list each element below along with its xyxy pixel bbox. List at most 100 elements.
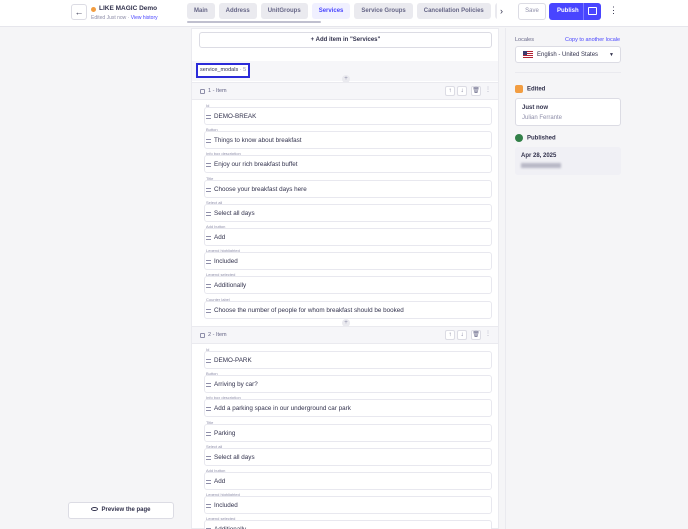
- publish-button[interactable]: Publish: [549, 3, 601, 20]
- edited-card: Just now Julian Ferrante: [515, 98, 621, 126]
- tab-main[interactable]: Main: [187, 3, 215, 19]
- edited-status: Edited: [515, 85, 545, 93]
- component-icon: [200, 333, 205, 338]
- back-arrow-icon[interactable]: ←: [71, 4, 87, 20]
- item-header[interactable]: 1 - Item ↑ ↓ 🗑 ⋮: [192, 82, 498, 100]
- arrow-up-icon[interactable]: ↑: [445, 86, 455, 96]
- arrow-up-icon[interactable]: ↑: [445, 330, 455, 340]
- text-field: Legend selectedAdditionally: [204, 272, 492, 295]
- chevron-right-icon[interactable]: ›: [500, 6, 503, 16]
- locale-value: English - United States: [537, 52, 599, 58]
- plus-icon: +: [310, 37, 315, 43]
- tab-truncated[interactable]: R: [494, 3, 497, 19]
- text-lines-icon: [206, 480, 211, 484]
- field-input[interactable]: Additionally: [204, 276, 492, 295]
- text-field: Counter label Choose the number of people…: [204, 297, 492, 319]
- text-lines-icon: [206, 284, 211, 289]
- field-value: Included: [214, 502, 238, 510]
- chevron-down-icon: ▼: [609, 52, 614, 58]
- field-input[interactable]: Things to know about breakfast: [204, 131, 492, 150]
- drag-dots-icon[interactable]: ⋮: [483, 330, 493, 340]
- publish-label: Publish: [557, 8, 579, 14]
- text-lines-icon: [206, 163, 211, 168]
- field-value: Enjoy our rich breakfast buffet: [214, 161, 298, 169]
- field-input[interactable]: Enjoy our rich breakfast buffet: [204, 155, 492, 174]
- text-lines-icon: [206, 359, 211, 363]
- locale-select[interactable]: English - United States ▼: [515, 46, 621, 63]
- page-title: LIKE MAGIC Demo: [99, 5, 158, 12]
- text-field: Info box description Enjoy our rich break…: [204, 151, 492, 174]
- field-input[interactable]: Choose the number of people for whom bre…: [204, 300, 492, 319]
- text-field: Legend highlighted Included: [204, 492, 492, 515]
- text-field: Select all Select all days: [204, 200, 492, 222]
- drag-dots-icon[interactable]: ⋮: [483, 86, 493, 96]
- text-field: Legend selectedAdditionally: [204, 516, 492, 529]
- field-value: Choose the number of people for whom bre…: [214, 306, 404, 314]
- text-field: Add button Add: [204, 468, 492, 490]
- field-value: Add: [214, 234, 226, 241]
- component-count: · 5: [239, 67, 247, 73]
- item-header[interactable]: 2 - Item ↑ ↓ 🗑 ⋮: [192, 326, 498, 344]
- tab-services[interactable]: Services: [311, 3, 351, 19]
- edit-status: Edited Just now · View history: [91, 15, 158, 21]
- field-input[interactable]: Choose your breakfast days here: [204, 179, 492, 198]
- edited-by: Julian Ferrante: [522, 115, 563, 121]
- component-name[interactable]: service_modals · 5: [196, 63, 251, 78]
- text-field: Info box description Add a parking space …: [204, 395, 492, 418]
- edited-time: Just now: [522, 105, 549, 111]
- publish-divider: [583, 3, 584, 20]
- insert-plus-icon[interactable]: +: [342, 319, 350, 327]
- edited-label: Edited: [527, 86, 546, 93]
- field-input[interactable]: Select all days: [204, 447, 492, 466]
- locales-label: Locales: [515, 37, 534, 43]
- text-field: Id DEMO-BREAK: [204, 103, 492, 125]
- field-input[interactable]: Additionally: [204, 520, 492, 529]
- field-value: Choose your breakfast days here: [214, 185, 307, 193]
- field-input[interactable]: Parking: [204, 423, 492, 442]
- calendar-icon[interactable]: [588, 7, 597, 15]
- arrow-down-icon[interactable]: ↓: [457, 330, 467, 340]
- tab-service-groups[interactable]: Service Groups: [354, 3, 413, 19]
- field-value: Parking: [214, 429, 236, 437]
- divider: [505, 28, 506, 529]
- us-flag-icon: [523, 51, 533, 58]
- save-button[interactable]: Save: [518, 3, 546, 20]
- tab-cancellation-policies[interactable]: Cancellation Policies: [416, 3, 491, 19]
- field-value: Additionally: [214, 282, 247, 290]
- divider: [515, 72, 621, 73]
- field-value: Included: [214, 258, 238, 266]
- field-input[interactable]: Add: [204, 228, 492, 246]
- edit-status-text: Edited Just now ·: [91, 15, 131, 21]
- field-input[interactable]: Included: [204, 252, 492, 271]
- item-title: 2 - Item: [208, 332, 227, 338]
- preview-button[interactable]: Preview the page: [68, 502, 174, 519]
- field-input[interactable]: DEMO-PARK: [204, 351, 492, 369]
- tab-scrollbar[interactable]: [187, 21, 321, 23]
- text-lines-icon: [206, 236, 211, 240]
- arrow-down-icon[interactable]: ↓: [457, 86, 467, 96]
- text-lines-icon: [206, 115, 211, 119]
- text-field: Legend highlighted Included: [204, 248, 492, 271]
- field-input[interactable]: Included: [204, 496, 492, 515]
- field-input[interactable]: Select all days: [204, 203, 492, 222]
- trash-icon[interactable]: 🗑: [471, 86, 481, 96]
- add-item-button[interactable]: + Add item in "Services": [199, 32, 492, 48]
- text-field: Button Arriving by car?: [204, 371, 492, 394]
- field-input[interactable]: DEMO-BREAK: [204, 107, 492, 125]
- tab-unitgroups[interactable]: UnitGroups: [260, 3, 308, 19]
- text-lines-icon: [206, 187, 211, 192]
- text-lines-icon: [206, 504, 211, 509]
- field-input[interactable]: Add: [204, 472, 492, 490]
- field-value: Things to know about breakfast: [214, 137, 302, 145]
- more-options-icon[interactable]: ⋮: [609, 5, 618, 16]
- field-input[interactable]: Add a parking space in our underground c…: [204, 399, 492, 418]
- tab-address[interactable]: Address: [218, 3, 257, 19]
- component-name-text: service_modals: [200, 67, 239, 73]
- field-input[interactable]: Arriving by car?: [204, 375, 492, 394]
- text-lines-icon: [206, 455, 211, 460]
- text-lines-icon: [206, 211, 211, 216]
- trash-icon[interactable]: 🗑: [471, 330, 481, 340]
- preview-label: Preview the page: [101, 507, 151, 513]
- copy-locale-link[interactable]: Copy to another locale: [565, 37, 620, 43]
- view-history-link[interactable]: View history: [131, 15, 158, 21]
